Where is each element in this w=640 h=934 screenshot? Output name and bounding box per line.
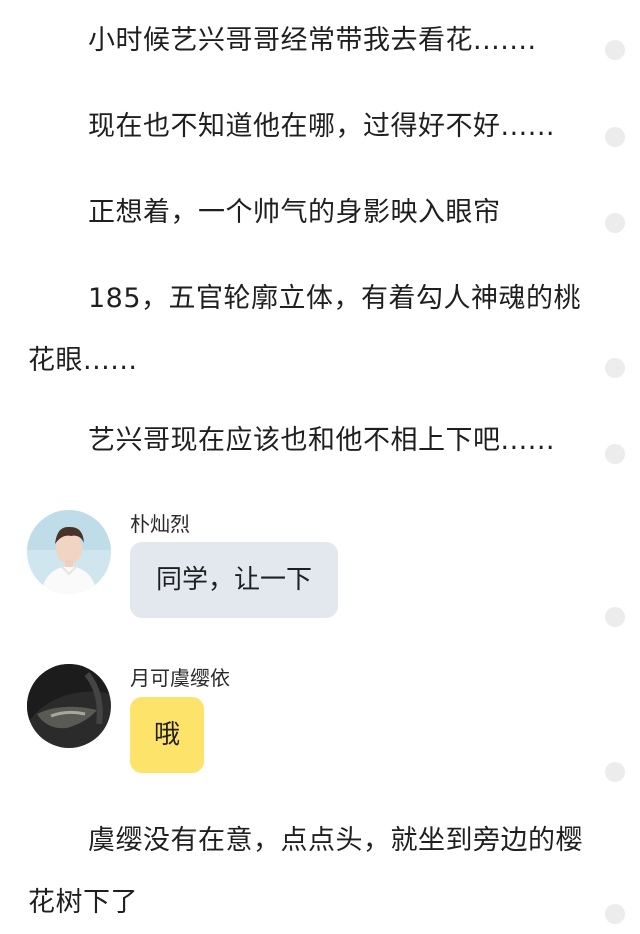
story-paragraph-1: 小时候艺兴哥哥经常带我去看花....... — [88, 25, 537, 56]
comment-dot-icon[interactable] — [605, 213, 625, 233]
speaker-name: 月可虞缨依 — [130, 666, 230, 690]
comment-dot-icon[interactable] — [605, 127, 625, 147]
comment-dot-icon[interactable] — [605, 358, 625, 378]
story-paragraph-4: 185，五官轮廓立体，有着勾人神魂的桃花眼...... — [28, 283, 582, 376]
comment-dot-icon[interactable] — [605, 762, 625, 782]
comment-dot-icon[interactable] — [605, 444, 625, 464]
chat-bubble: 同学，让一下 — [130, 542, 339, 618]
story-paragraph-5: 艺兴哥现在应该也和他不相上下吧...... — [88, 425, 555, 456]
story-paragraph-6: 虞缨没有在意，点点头，就坐到旁边的樱花树下了 — [28, 825, 583, 918]
comment-dot-icon[interactable] — [605, 40, 625, 60]
avatar-photo-icon — [27, 664, 111, 748]
story-paragraph-3: 正想着，一个帅气的身影映入眼帘 — [88, 197, 501, 228]
chat-bubble: 哦 — [130, 697, 205, 773]
avatar[interactable] — [27, 664, 111, 748]
speaker-name: 朴灿烈 — [130, 512, 190, 536]
comment-dot-icon[interactable] — [605, 607, 625, 627]
story-paragraph-2: 现在也不知道他在哪，过得好不好...... — [88, 111, 555, 142]
comment-dot-icon[interactable] — [605, 904, 625, 924]
avatar-photo-icon — [27, 510, 111, 594]
avatar[interactable] — [27, 510, 111, 594]
